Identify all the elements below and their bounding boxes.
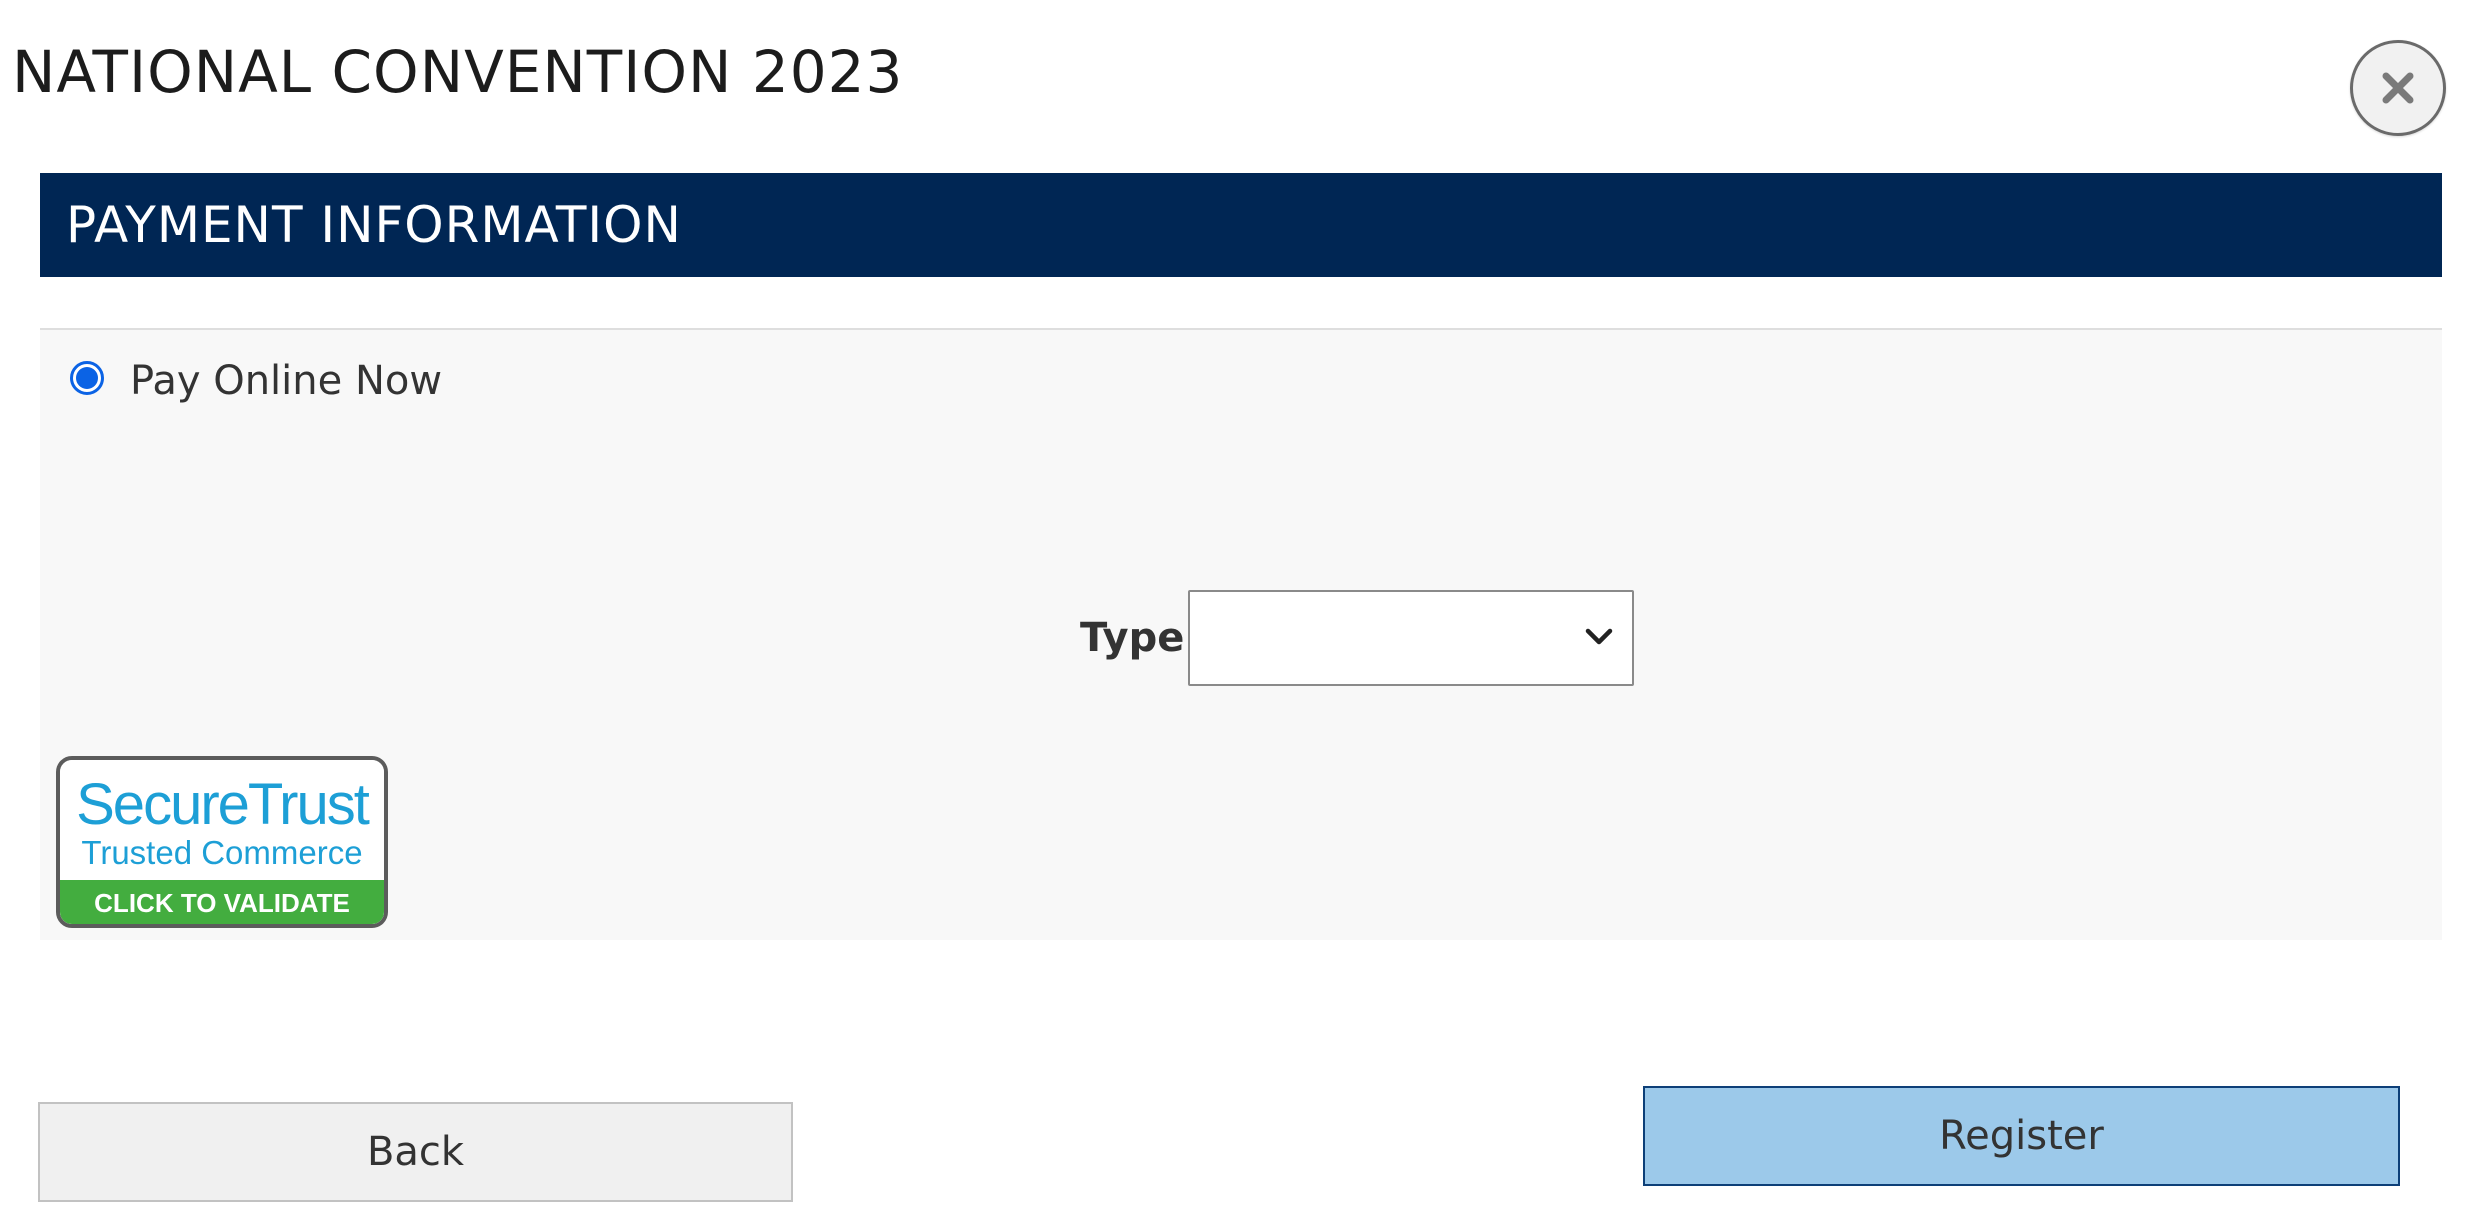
type-select[interactable] [1188, 590, 1635, 686]
payment-information-header: PAYMENT INFORMATION [40, 173, 2442, 277]
seal-validate-text: CLICK TO VALIDATE [94, 888, 350, 918]
back-button[interactable]: Back [38, 1102, 793, 1202]
securetrust-seal[interactable]: SecureTrust Trusted Commerce CLICK TO VA… [56, 756, 388, 928]
radio-selected-dot [76, 367, 98, 389]
section-title: PAYMENT INFORMATION [66, 196, 682, 254]
chevron-down-icon [1586, 628, 1613, 645]
type-field-row: Type [1080, 590, 1635, 686]
payment-panel: Pay Online Now Type SecureTrust Trusted … [40, 328, 2442, 940]
pay-online-label[interactable]: Pay Online Now [130, 358, 442, 404]
seal-tagline-text: Trusted Commerce [81, 834, 362, 871]
register-button[interactable]: Register [1643, 1086, 2400, 1186]
close-icon [2382, 72, 2414, 104]
securetrust-logo: SecureTrust Trusted Commerce CLICK TO VA… [60, 760, 384, 924]
svg-text:SecureTrust: SecureTrust [76, 772, 370, 837]
seal-brand-text: SecureTrust [76, 772, 370, 837]
page-title: NATIONAL CONVENTION 2023 [12, 38, 904, 106]
svg-text:Trusted Commerce: Trusted Commerce [81, 834, 362, 871]
pay-online-radio[interactable] [70, 361, 104, 395]
modal-dialog: NATIONAL CONVENTION 2023 PAYMENT INFORMA… [0, 0, 2482, 1228]
close-button[interactable] [2350, 40, 2446, 136]
type-label: Type [1080, 615, 1185, 661]
svg-text:CLICK TO VALIDATE: CLICK TO VALIDATE [94, 888, 350, 918]
pay-online-option[interactable]: Pay Online Now [70, 352, 442, 404]
